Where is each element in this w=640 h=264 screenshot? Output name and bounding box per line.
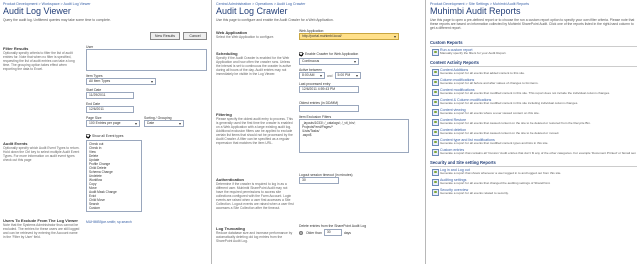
report-item[interactable]: Auditing settings Generate a report for a… <box>432 178 637 187</box>
sorting-select[interactable]: Date <box>144 120 184 127</box>
show-all-label: Show all Event types <box>92 134 124 138</box>
last-processed-field[interactable]: 12/6/2011 4:59:43 PM <box>299 86 359 93</box>
oldest-entries-label: Oldest entries (in DD/MM) <box>299 101 339 105</box>
report-description: Generate a report for all events that ca… <box>440 132 560 135</box>
page-description: Use this page to open a pre-defined repo… <box>430 18 635 30</box>
active-from-select[interactable]: 8:00 AM <box>299 72 325 79</box>
enable-crawler-checkbox[interactable] <box>299 52 303 57</box>
report-icon <box>432 149 439 156</box>
report-description: Generate a report for all events that ad… <box>440 72 525 75</box>
end-date-field[interactable]: 12/6/2011 <box>86 106 134 113</box>
report-icon <box>432 119 439 126</box>
filter-results-text: Optionally specify criteria to filter th… <box>3 51 75 71</box>
delete-entries-label: Delete entries from the SharePoint Audit… <box>299 224 367 228</box>
report-description: Generate a report for all before and aft… <box>440 82 539 85</box>
report-item[interactable]: Content Restore Generate a report for all… <box>432 118 637 127</box>
report-description: Generate a report for all events that ca… <box>440 122 591 125</box>
interval-select[interactable]: Continuous <box>299 58 359 65</box>
logout-timeout-label: Logout session timeout (in minutes) <box>299 173 353 177</box>
report-section-heading: Custom Reports <box>430 40 637 47</box>
log-truncating-text: Reduce database size and increase perfor… <box>216 231 293 243</box>
report-section-heading: Content Activity Reports <box>430 60 637 67</box>
report-item[interactable]: Run a custom report Manually specify the … <box>432 48 637 57</box>
new-results-button[interactable]: New Results <box>150 32 180 40</box>
report-icon <box>432 109 439 116</box>
authentication-text: Determine if the crawler is required to … <box>216 182 294 210</box>
report-icon <box>432 169 439 176</box>
cancel-button[interactable]: Cancel <box>183 32 207 40</box>
active-to-select[interactable]: 5:00 PM <box>334 72 361 79</box>
exclusion-filters-textarea[interactable]: _layouts/1033/; /_catalogs/; /_vti_bin/;… <box>299 119 409 153</box>
report-list: Custom Reports Run a custom report Manuall… <box>427 40 640 197</box>
report-description: Generate a report for all events that mo… <box>440 92 611 95</box>
report-item[interactable]: Content type and list modifications Gener… <box>432 138 637 147</box>
page-title: Audit Log Viewer <box>3 6 71 16</box>
show-all-checkbox[interactable] <box>86 134 90 139</box>
page-title: Audit Log Crawler <box>216 6 288 16</box>
audit-log-viewer-pane: Product Development > Workspace > Audit … <box>0 0 212 264</box>
report-icon <box>432 129 439 136</box>
active-to-label: and <box>327 73 333 78</box>
start-date-field[interactable]: 11/29/2011 <box>86 92 134 99</box>
report-item[interactable]: Column modifications Generate a report fo… <box>432 78 637 87</box>
report-icon <box>432 179 439 186</box>
audit-log-crawler-pane: Central Administration > Operations > Au… <box>213 0 426 264</box>
days-label: days <box>343 230 352 235</box>
report-icon <box>432 139 439 146</box>
user-input[interactable] <box>86 49 207 71</box>
report-item[interactable]: Custom entries Generate a report that con… <box>432 148 637 157</box>
report-icon <box>432 99 439 106</box>
web-app-select[interactable]: http://portal.muhimbi.local/ <box>299 33 399 40</box>
report-description: Generate a report for all events that ch… <box>440 182 551 185</box>
show-all-checkbox-row[interactable]: Show all Event types <box>86 134 207 139</box>
older-than-radio[interactable] <box>299 230 303 235</box>
last-processed-label: Last processed entry <box>299 82 331 86</box>
report-icon <box>432 89 439 96</box>
web-app-text: Select the Web Application to configure. <box>216 35 275 39</box>
exclude-users-field[interactable]: MUHIMBI\joe.smith; sp.search <box>86 220 207 224</box>
report-icon <box>432 189 439 196</box>
report-section-heading: Security and Site setting Reports <box>430 160 637 167</box>
report-icon <box>432 69 439 76</box>
report-description: Generate a report for all events that mo… <box>440 102 579 105</box>
audit-events-text: Optionally specify which Audit Event Typ… <box>3 146 80 162</box>
page-description: Use this page to configure and enable th… <box>216 18 334 22</box>
older-than-label: Older than <box>306 230 322 235</box>
users-exclude-text: Note that the Systems Administrator thus… <box>3 223 80 239</box>
report-item[interactable]: Content modifications Generate a report f… <box>432 88 637 97</box>
filtering-text: Please specify the oldest audit entry to… <box>216 117 293 145</box>
report-description: Generate a report for all events where a… <box>440 112 540 115</box>
report-item[interactable]: Content & Column modifications Generate a… <box>432 98 637 107</box>
report-description: Generate a report that contains all 'Cus… <box>440 152 636 155</box>
report-item[interactable]: Content viewing Generate a report for all… <box>432 108 637 117</box>
oldest-entries-field[interactable] <box>299 105 359 112</box>
page-description: Query the audit log. Unfiltered queries … <box>3 18 111 22</box>
page-title: Muhimbi Audit Reports <box>430 6 521 16</box>
report-icon <box>432 49 439 56</box>
report-icon <box>432 79 439 86</box>
report-item[interactable]: Security overview Generate a report for a… <box>432 188 637 197</box>
report-description: Manually specify the filters for your Au… <box>440 52 507 55</box>
report-description: Generate a report that shows whenever a … <box>440 172 562 175</box>
audit-reports-pane: Product Development > Site Settings > Mu… <box>427 0 640 264</box>
logout-timeout-field[interactable]: 30 <box>299 177 339 184</box>
report-item[interactable]: Content Additions Generate a report for a… <box>432 68 637 77</box>
item-types-select[interactable]: All Item Types <box>86 78 156 85</box>
page-size-select[interactable]: 100 Entries per page <box>86 120 140 127</box>
report-description: Generate a report for all events that mo… <box>440 142 549 145</box>
event-types-listbox[interactable]: Check out Check in View Delete Update Profile… <box>86 140 142 212</box>
report-item[interactable]: Content deletion Generate a report for al… <box>432 128 637 137</box>
scheduling-text: Specify if the Audit Crawler is enabled … <box>216 56 292 76</box>
report-item[interactable]: Log in and Log out Generate a report that… <box>432 168 637 177</box>
enable-crawler-row[interactable]: Enable Crawler for Web Application <box>299 52 421 57</box>
enable-crawler-label: Enable Crawler for Web Application <box>305 52 359 56</box>
report-description: Generate a report for all events related… <box>440 192 509 195</box>
event-type-option[interactable]: Custom <box>89 206 139 210</box>
days-field[interactable]: 30 <box>323 229 342 236</box>
